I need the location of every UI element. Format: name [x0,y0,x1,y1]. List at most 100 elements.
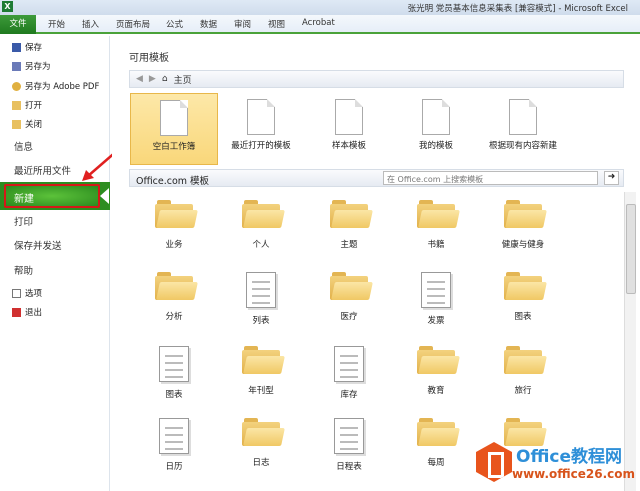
template-category[interactable]: 医疗 [309,272,389,322]
template-category[interactable]: 日程表 [309,418,389,472]
template-category[interactable]: 图表 [483,272,563,322]
tab-home[interactable]: 开始 [48,18,65,30]
folder-icon [242,418,285,446]
category-label: 教育 [427,386,445,396]
template-recent[interactable]: 最近打开的模板 [217,93,305,165]
folder-icon [155,200,198,228]
category-label: 日程表 [336,462,362,472]
tile-label: 空白工作簿 [152,142,196,152]
excel-icon[interactable]: X [2,1,13,12]
menu-save-as[interactable]: 另存为 [12,60,51,72]
template-blank-workbook[interactable]: 空白工作簿 [130,93,218,165]
template-category[interactable]: 日历 [134,418,214,472]
watermark-url: www.office26.com [512,467,636,481]
menu-info[interactable]: 信息 [14,139,33,153]
folder-icon [330,200,373,228]
tab-insert[interactable]: 插入 [82,18,99,30]
category-label: 日历 [165,462,183,472]
menu-options[interactable]: 选项 [12,287,42,299]
tab-review[interactable]: 审阅 [234,18,251,30]
tab-view[interactable]: 视图 [268,18,285,30]
template-category[interactable]: 分析 [134,272,214,322]
tab-formulas[interactable]: 公式 [166,18,183,30]
sample-monitor-icon [335,99,363,135]
folder-icon [504,200,547,228]
category-label: 个人 [252,240,270,250]
template-search-input[interactable]: 在 Office.com 上搜索模板 [383,171,598,185]
tile-label: 根据现有内容新建 [488,141,557,151]
template-category[interactable]: 主题 [309,200,389,250]
menu-label: 保存 [25,43,43,53]
home-icon[interactable]: ⌂ [162,74,168,84]
category-label: 业务 [165,240,183,250]
ribbon-tabs: 文件 开始 插入 页面布局 公式 数据 审阅 视图 Acrobat [0,15,640,34]
category-label: 发票 [427,316,445,326]
template-category[interactable]: 日志 [221,418,301,468]
backstage-nav: 保存 另存为 另存为 Adobe PDF 打开 关闭 信息 最近所用文件 新建 … [0,36,110,491]
template-category[interactable]: 发票 [396,272,476,326]
tile-label: 我的模板 [418,141,453,151]
template-category[interactable]: 书籍 [396,200,476,250]
active-pointer [100,188,109,204]
template-sample[interactable]: 样本模板 [305,93,393,165]
template-category[interactable]: 库存 [309,346,389,400]
template-category[interactable]: 列表 [221,272,301,326]
tab-acrobat[interactable]: Acrobat [302,18,335,28]
menu-label: 选项 [25,289,43,299]
watermark-name: Office教程网 [516,447,623,467]
template-category[interactable]: 年刊型 [221,346,301,396]
menu-open[interactable]: 打开 [12,99,42,111]
menu-save-as-pdf[interactable]: 另存为 Adobe PDF [12,80,99,92]
new-from-existing-icon [509,99,537,135]
tab-data[interactable]: 数据 [200,18,217,30]
home-link[interactable]: 主页 [174,73,192,86]
template-category[interactable]: 个人 [221,200,301,250]
folder-icon [242,346,285,374]
folder-icon [242,200,285,228]
menu-save-send[interactable]: 保存并发送 [14,238,62,252]
template-category[interactable]: 业务 [134,200,214,250]
menu-new[interactable]: 新建 [4,184,100,208]
menu-recent[interactable]: 最近所用文件 [14,163,71,177]
tab-file[interactable]: 文件 [0,15,36,34]
template-category[interactable]: 图表 [134,346,214,400]
template-category[interactable]: 健康与健身 [483,200,563,250]
window-title: 张光明 党员基本信息采集表 [兼容模式] - Microsoft Excel [407,4,628,14]
menu-save[interactable]: 保存 [12,41,42,53]
forward-button[interactable]: ▶ [149,74,156,84]
template-from-existing[interactable]: 根据现有内容新建 [479,93,567,165]
inventory-doc-icon [334,346,364,382]
category-label: 日志 [252,458,270,468]
folder-icon [417,200,460,228]
menu-print[interactable]: 打印 [14,214,33,228]
office-com-bar: Office.com 模板 在 Office.com 上搜索模板 ➜ [129,169,624,187]
category-label: 每周 [427,458,445,468]
menu-close[interactable]: 关闭 [12,118,42,130]
category-label: 书籍 [427,240,445,250]
tile-label: 最近打开的模板 [231,141,291,151]
template-category[interactable]: 旅行 [483,346,563,396]
save-as-icon [12,61,21,71]
back-button[interactable]: ◀ [136,74,143,84]
category-label: 库存 [340,390,358,400]
folder-icon [417,418,460,446]
available-templates-heading: 可用模板 [129,53,169,64]
clock-doc-icon [247,99,275,135]
menu-label: 退出 [25,308,43,318]
save-icon [12,42,21,52]
scroll-thumb[interactable] [626,204,636,294]
template-my[interactable]: 我的模板 [392,93,480,165]
search-go-button[interactable]: ➜ [604,171,619,185]
template-category[interactable]: 教育 [396,346,476,396]
menu-label: 打开 [25,101,43,111]
menu-exit[interactable]: 退出 [12,306,42,318]
menu-help[interactable]: 帮助 [14,263,33,277]
template-nav-bar: ◀ ▶ ⌂ 主页 [129,70,624,88]
category-label: 图表 [165,390,183,400]
category-label: 主题 [340,240,358,250]
watermark: Office教程网 www.office26.com [476,440,636,490]
tab-page-layout[interactable]: 页面布局 [116,18,150,30]
title-bar: X 张光明 党员基本信息采集表 [兼容模式] - Microsoft Excel [0,0,640,15]
template-category[interactable]: 每周 [396,418,476,468]
options-icon [12,288,21,298]
